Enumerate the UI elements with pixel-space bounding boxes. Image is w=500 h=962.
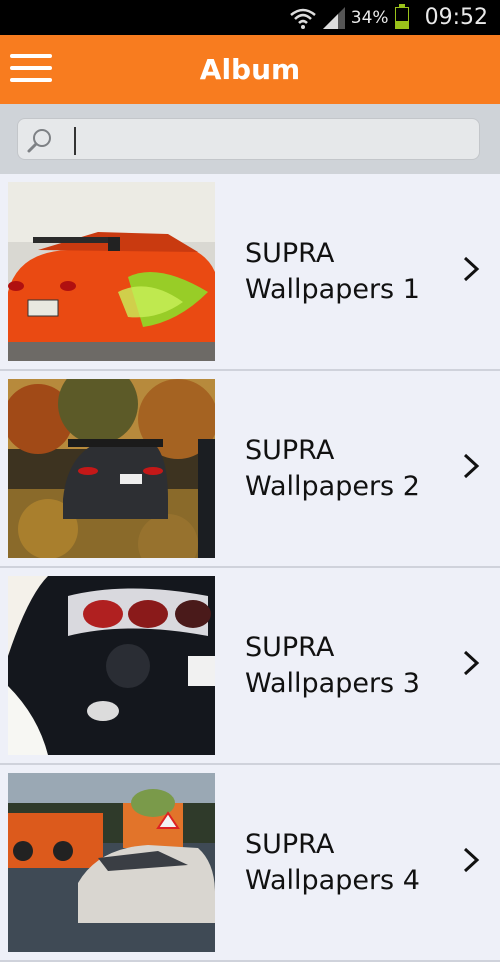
magnifier-icon [27,129,51,153]
album-list: SUPRA Wallpapers 1 SUPRA Wallpapers 2 SU… [0,174,500,962]
status-indicators: 34% 09:52 [289,0,488,35]
page-title: Album [199,53,301,86]
album-title: SUPRA Wallpapers 3 [245,632,420,699]
signal-icon [322,6,345,29]
search-bar [0,104,500,174]
list-item[interactable]: SUPRA Wallpapers 3 [0,568,500,765]
album-thumbnail [8,576,215,755]
album-title: SUPRA Wallpapers 2 [245,435,420,502]
list-item[interactable]: SUPRA Wallpapers 4 [0,765,500,962]
battery-percent: 34% [350,7,389,28]
app-bar: Album [0,35,500,104]
chevron-right-icon [463,453,480,479]
chevron-right-icon [463,847,480,873]
chevron-right-icon [463,256,480,282]
list-item[interactable]: SUPRA Wallpapers 2 [0,371,500,568]
status-time: 09:52 [424,5,488,30]
chevron-right-icon [463,650,480,676]
wifi-icon [289,8,316,29]
status-bar: 34% 09:52 [0,0,500,35]
search-box[interactable] [17,118,480,160]
album-thumbnail [8,182,215,361]
search-input[interactable] [58,123,472,157]
album-title: SUPRA Wallpapers 4 [245,829,420,896]
battery-level [395,20,408,28]
list-item[interactable]: SUPRA Wallpapers 1 [0,174,500,371]
album-thumbnail [8,379,215,558]
album-thumbnail [8,773,215,952]
battery-icon [394,3,409,29]
album-title: SUPRA Wallpapers 1 [245,238,420,305]
